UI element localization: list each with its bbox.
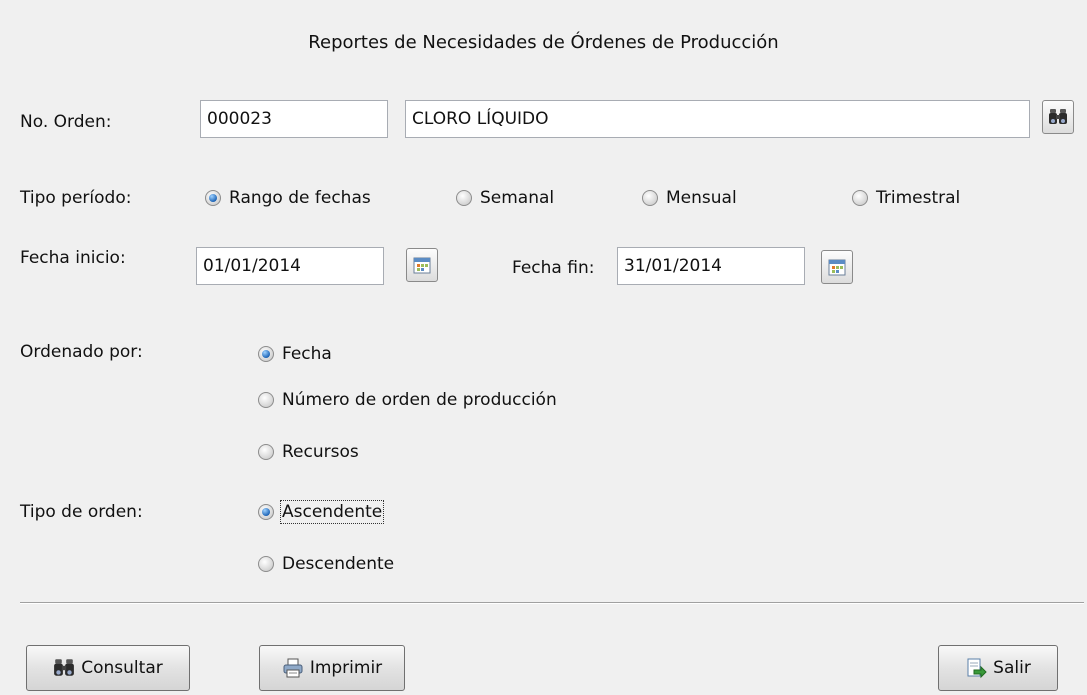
- consultar-label: Consultar: [81, 658, 163, 678]
- radio-label: Trimestral: [876, 188, 961, 208]
- radio-rango-fechas[interactable]: Rango de fechas: [205, 188, 371, 208]
- divider: [20, 602, 1084, 604]
- radio-label: Mensual: [666, 188, 737, 208]
- imprimir-label: Imprimir: [309, 658, 383, 678]
- tipo-periodo-label: Tipo período:: [20, 188, 132, 208]
- search-orden-button[interactable]: [1042, 100, 1074, 134]
- radio-dot[interactable]: [258, 444, 274, 460]
- imprimir-button[interactable]: Imprimir: [259, 645, 405, 691]
- fecha-fin-field[interactable]: 31/01/2014: [617, 247, 805, 285]
- salir-button[interactable]: Salir: [938, 645, 1058, 691]
- radio-label: Número de orden de producción: [282, 390, 557, 410]
- page-title: Reportes de Necesidades de Órdenes de Pr…: [308, 32, 779, 53]
- exit-icon: [967, 658, 987, 679]
- consultar-button[interactable]: Consultar: [26, 645, 190, 691]
- radio-label: Rango de fechas: [229, 188, 371, 208]
- fecha-inicio-label: Fecha inicio:: [20, 248, 126, 268]
- fecha-inicio-field[interactable]: 01/01/2014: [196, 247, 384, 285]
- radio-semanal[interactable]: Semanal: [456, 188, 554, 208]
- fecha-inicio-calendar-button[interactable]: [406, 248, 438, 282]
- radio-label: Fecha: [282, 344, 332, 364]
- radio-mensual[interactable]: Mensual: [642, 188, 737, 208]
- radio-dot[interactable]: [456, 190, 472, 206]
- radio-dot[interactable]: [258, 392, 274, 408]
- fecha-fin-label: Fecha fin:: [512, 258, 595, 278]
- printer-icon: [283, 658, 303, 678]
- radio-label: Recursos: [282, 442, 359, 462]
- radio-dot-selected[interactable]: [205, 190, 221, 206]
- radio-label: Semanal: [480, 188, 555, 208]
- radio-fecha[interactable]: Fecha: [258, 344, 332, 364]
- radio-trimestral[interactable]: Trimestral: [852, 188, 960, 208]
- radio-label: Ascendente: [279, 500, 385, 524]
- radio-label: Descendente: [282, 554, 395, 574]
- binoculars-icon: [54, 659, 75, 676]
- salir-label: Salir: [993, 658, 1031, 678]
- radio-dot-selected[interactable]: [258, 346, 274, 362]
- radio-recursos[interactable]: Recursos: [258, 442, 359, 462]
- radio-numero-orden[interactable]: Número de orden de producción: [258, 390, 557, 410]
- radio-descendente[interactable]: Descendente: [258, 554, 394, 574]
- calendar-icon: [828, 259, 846, 276]
- fecha-fin-calendar-button[interactable]: [821, 250, 853, 284]
- radio-dot[interactable]: [258, 556, 274, 572]
- orden-number-field[interactable]: 000023: [200, 100, 388, 138]
- radio-dot[interactable]: [642, 190, 658, 206]
- radio-ascendente[interactable]: Ascendente: [258, 500, 385, 524]
- radio-dot[interactable]: [852, 190, 868, 206]
- radio-dot-selected[interactable]: [258, 504, 274, 520]
- calendar-icon: [413, 257, 431, 274]
- tipo-orden-label: Tipo de orden:: [20, 502, 143, 522]
- ordenado-por-label: Ordenado por:: [20, 342, 143, 362]
- binoculars-icon: [1049, 109, 1067, 124]
- orden-label: No. Orden:: [20, 112, 112, 132]
- orden-description-field[interactable]: CLORO LÍQUIDO: [405, 100, 1030, 138]
